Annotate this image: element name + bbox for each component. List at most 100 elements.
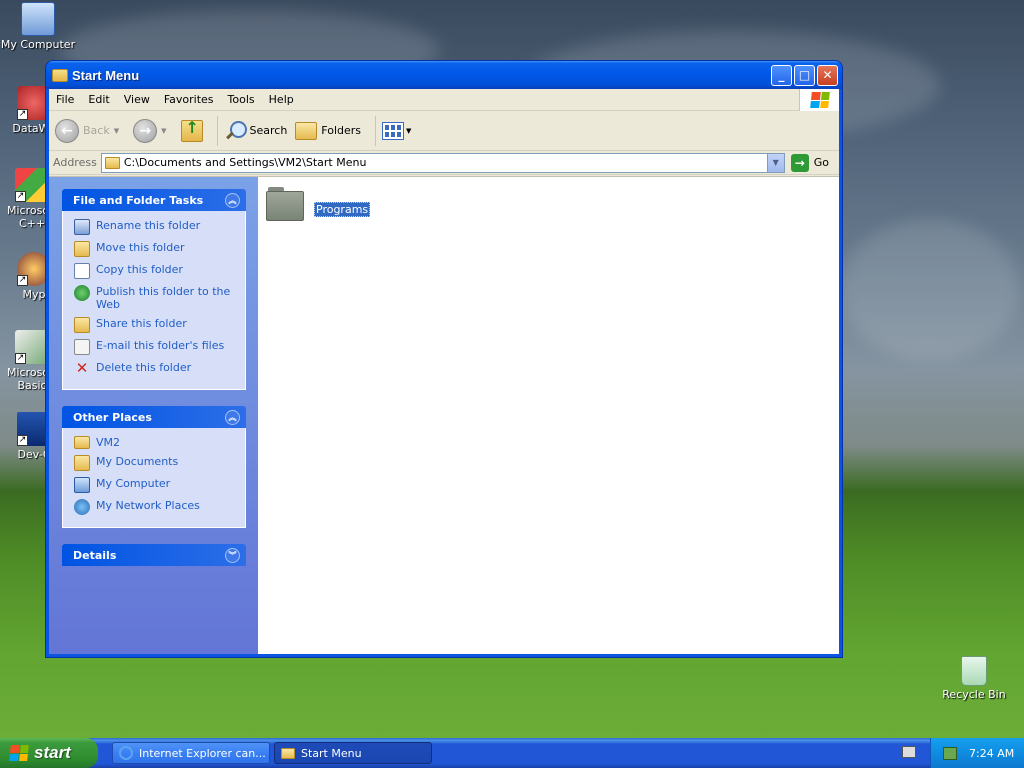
taskbar-button-label: Internet Explorer can... — [139, 746, 266, 760]
search-button[interactable]: Search — [224, 120, 287, 142]
address-input[interactable]: C:\Documents and Settings\VM2\Start Menu… — [100, 152, 785, 173]
panel-title: Details — [73, 548, 117, 562]
taskbar-button-start-menu[interactable]: Start Menu — [274, 742, 432, 764]
task-copy[interactable]: Copy this folder — [74, 263, 237, 279]
menu-view[interactable]: View — [117, 93, 157, 106]
task-label: Move this folder — [96, 241, 185, 254]
menu-edit[interactable]: Edit — [81, 93, 116, 106]
place-network[interactable]: My Network Places — [74, 499, 237, 515]
panel-header[interactable]: File and Folder Tasks ︽ — [62, 189, 246, 211]
language-bar-icon[interactable] — [902, 746, 916, 758]
forward-button[interactable]: → ▼ — [133, 118, 172, 143]
expand-icon[interactable]: ︾ — [225, 547, 240, 563]
file-list[interactable]: Programs — [258, 177, 839, 654]
task-label: Share this folder — [96, 317, 187, 330]
folder-icon — [104, 156, 120, 169]
folder-icon — [74, 436, 90, 449]
network-connection-icon[interactable] — [943, 746, 957, 760]
title-bar[interactable]: Start Menu _ □ ✕ — [46, 61, 842, 89]
task-label: Publish this folder to the Web — [96, 285, 231, 311]
windows-logo-icon — [9, 745, 29, 761]
rename-icon — [74, 219, 90, 235]
taskbar-button-ie[interactable]: Internet Explorer can... — [112, 742, 270, 764]
go-label: Go — [813, 156, 829, 169]
address-label: Address — [53, 156, 97, 169]
place-my-computer[interactable]: My Computer — [74, 477, 237, 493]
address-value: C:\Documents and Settings\VM2\Start Menu — [123, 156, 367, 169]
collapse-icon[interactable]: ︽ — [225, 409, 240, 425]
start-label: start — [34, 743, 71, 762]
desktop-icon-label: My Computer — [0, 38, 76, 51]
folders-button[interactable]: Folders — [295, 121, 362, 140]
recycle-bin-icon — [961, 656, 987, 686]
toolbar: ← Back ▼ → ▼ Search Folders — [49, 111, 839, 151]
chevron-down-icon[interactable]: ▼ — [406, 127, 411, 135]
visual-cpp-icon: ↗ — [15, 168, 49, 202]
views-button[interactable]: ▼ — [382, 121, 417, 140]
share-icon — [74, 317, 90, 333]
start-button[interactable]: start — [0, 738, 98, 768]
desktop-icon-label: Myp — [22, 288, 46, 301]
computer-icon — [21, 2, 55, 36]
up-button[interactable] — [180, 118, 203, 142]
desktop-icon-my-computer[interactable]: My Computer — [0, 2, 76, 51]
content-area: File and Folder Tasks ︽ Rename this fold… — [49, 176, 839, 654]
toolbar-separator — [375, 115, 377, 146]
task-label: Delete this folder — [96, 361, 192, 374]
panel-title: Other Places — [73, 410, 152, 424]
minimize-button[interactable]: _ — [771, 64, 792, 86]
task-email[interactable]: E-mail this folder's files — [74, 339, 237, 355]
details-panel: Details ︾ — [62, 544, 246, 566]
panel-body: VM2 My Documents My Computer My Network … — [62, 428, 246, 528]
folders-label: Folders — [321, 124, 362, 137]
window-client: File Edit View Favorites Tools Help ← Ba… — [49, 89, 839, 654]
search-icon — [224, 120, 247, 142]
panel-header[interactable]: Other Places ︽ — [62, 406, 246, 428]
back-arrow-icon: ← — [55, 118, 79, 143]
globe-icon — [74, 285, 90, 301]
taskbar: start Internet Explorer can... Start Men… — [0, 738, 1024, 768]
menu-tools[interactable]: Tools — [221, 93, 262, 106]
desktop-icon-recycle-bin[interactable]: Recycle Bin — [936, 656, 1012, 701]
task-move[interactable]: Move this folder — [74, 241, 237, 257]
menu-favorites[interactable]: Favorites — [157, 93, 221, 106]
folder-icon — [266, 187, 304, 221]
folder-item-programs[interactable]: Programs — [266, 187, 371, 221]
folders-icon — [295, 121, 318, 140]
explorer-window: Start Menu _ □ ✕ File Edit View Favorite… — [45, 60, 843, 658]
folder-name: Programs — [314, 202, 371, 217]
visual-basic-icon: ↗ — [15, 330, 49, 364]
my-documents-icon — [74, 455, 90, 471]
menu-help[interactable]: Help — [262, 93, 301, 106]
back-label: Back — [83, 124, 110, 137]
task-label: E-mail this folder's files — [96, 339, 225, 352]
collapse-icon[interactable]: ︽ — [225, 192, 240, 208]
menu-file[interactable]: File — [49, 93, 81, 106]
place-label: My Documents — [96, 455, 179, 468]
task-publish[interactable]: Publish this folder to the Web — [74, 285, 237, 311]
panel-title: File and Folder Tasks — [73, 193, 204, 207]
chevron-down-icon[interactable]: ▼ — [114, 127, 119, 135]
back-button[interactable]: ← Back ▼ — [55, 118, 125, 143]
place-vm2[interactable]: VM2 — [74, 436, 237, 449]
taskbar-button-label: Start Menu — [301, 746, 362, 760]
task-delete[interactable]: ✕ Delete this folder — [74, 361, 237, 377]
task-share[interactable]: Share this folder — [74, 317, 237, 333]
go-arrow-icon: → — [790, 153, 809, 172]
other-places-panel: Other Places ︽ VM2 My Documents My Compu… — [62, 406, 246, 528]
place-my-documents[interactable]: My Documents — [74, 455, 237, 471]
email-icon — [74, 339, 90, 355]
chevron-down-icon[interactable]: ▼ — [161, 127, 166, 135]
forward-arrow-icon: → — [133, 118, 158, 143]
go-button[interactable]: → Go — [790, 153, 829, 172]
close-button[interactable]: ✕ — [817, 64, 838, 86]
panel-header[interactable]: Details ︾ — [62, 544, 246, 566]
address-dropdown-button[interactable]: ▼ — [766, 153, 784, 172]
maximize-button[interactable]: □ — [794, 64, 815, 86]
clock[interactable]: 7:24 AM — [969, 747, 1014, 760]
system-tray: 7:24 AM — [930, 738, 1024, 768]
task-rename[interactable]: Rename this folder — [74, 219, 237, 235]
internet-explorer-icon — [119, 746, 133, 760]
task-label: Rename this folder — [96, 219, 201, 232]
window-title: Start Menu — [72, 67, 140, 83]
